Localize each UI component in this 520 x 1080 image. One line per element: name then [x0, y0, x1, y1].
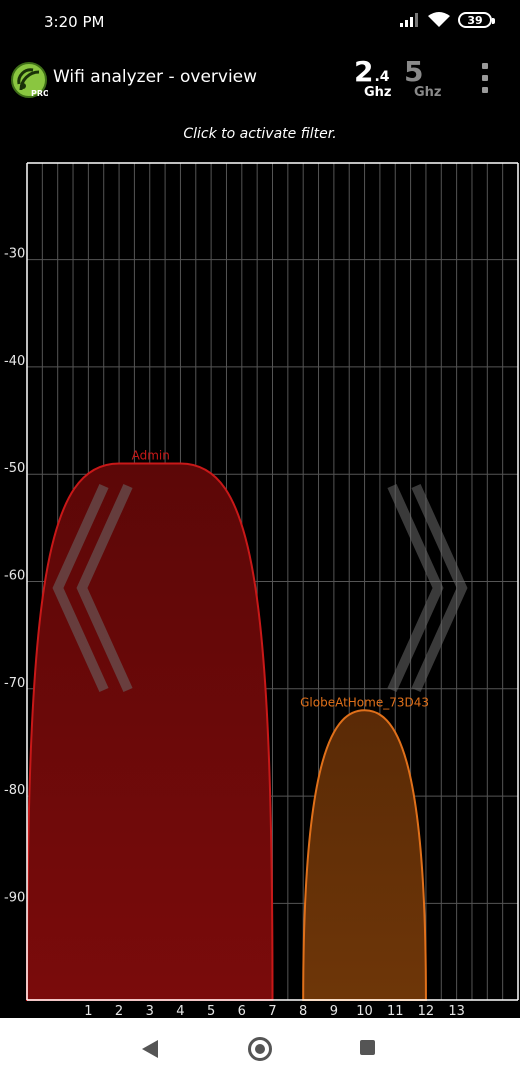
channel-curve-admin — [25, 462, 274, 1001]
x-tick-label: 13 — [448, 1004, 465, 1019]
x-tick-label: 5 — [207, 1004, 215, 1019]
app-logo-icon: PRO — [11, 62, 48, 98]
status-time: 3:20 PM — [44, 13, 105, 31]
x-tick-label: 8 — [299, 1004, 307, 1019]
x-tick-label: 2 — [115, 1004, 123, 1019]
x-tick-label: 6 — [238, 1004, 246, 1019]
system-nav-bar — [0, 1018, 520, 1080]
band-24-major: 2 — [354, 55, 374, 88]
y-tick-label: -40 — [4, 354, 25, 369]
wifi-icon — [428, 12, 450, 27]
app-bar: PRO Wifi analyzer - overview 2.4 Ghz 5 G… — [0, 52, 520, 104]
status-icons: 39 — [400, 12, 495, 28]
y-tick-label: -30 — [4, 247, 25, 262]
y-tick-label: -50 — [4, 461, 25, 476]
app-title: Wifi analyzer - overview — [53, 67, 258, 87]
band-5-toggle[interactable]: 5 Ghz — [404, 55, 450, 100]
x-tick-label: 10 — [356, 1004, 373, 1019]
band-5-major: 5 — [404, 55, 424, 88]
y-tick-label: -60 — [4, 569, 25, 584]
status-bar: 3:20 PM 39 — [0, 0, 520, 44]
overflow-menu-icon[interactable] — [478, 63, 492, 93]
signal-icon — [400, 13, 418, 27]
y-tick-label: -90 — [4, 890, 25, 905]
ssid-label: GlobeAtHome_73D43 — [300, 695, 429, 709]
x-tick-label: 4 — [176, 1004, 184, 1019]
back-icon[interactable] — [142, 1040, 158, 1058]
x-tick-label: 1 — [84, 1004, 92, 1019]
filter-hint[interactable]: Click to activate filter. — [0, 126, 520, 142]
band-5-unit: Ghz — [414, 85, 442, 100]
ssid-label: Admin — [132, 448, 170, 462]
y-tick-label: -80 — [4, 783, 25, 798]
recent-apps-icon[interactable] — [360, 1040, 375, 1055]
battery-icon: 39 — [458, 12, 495, 28]
channel-graph[interactable]: -30 -40 -50 -60 -70 -80 -90 Admin GlobeAtHome_73… — [0, 160, 520, 1020]
logo-badge: PRO — [31, 89, 48, 98]
x-tick-label: 3 — [146, 1004, 154, 1019]
x-tick-label: 7 — [268, 1004, 276, 1019]
home-icon[interactable] — [248, 1037, 272, 1061]
x-tick-label: 11 — [387, 1004, 404, 1019]
channel-curve-globe — [302, 709, 427, 1001]
band-24-unit: Ghz — [364, 85, 392, 100]
band-24-toggle[interactable]: 2.4 Ghz — [354, 55, 400, 100]
y-tick-label: -70 — [4, 676, 25, 691]
battery-level: 39 — [467, 13, 483, 27]
x-tick-label: 9 — [330, 1004, 338, 1019]
x-tick-label: 12 — [418, 1004, 435, 1019]
band-24-minor: .4 — [374, 69, 390, 85]
chart-series — [25, 462, 427, 1001]
